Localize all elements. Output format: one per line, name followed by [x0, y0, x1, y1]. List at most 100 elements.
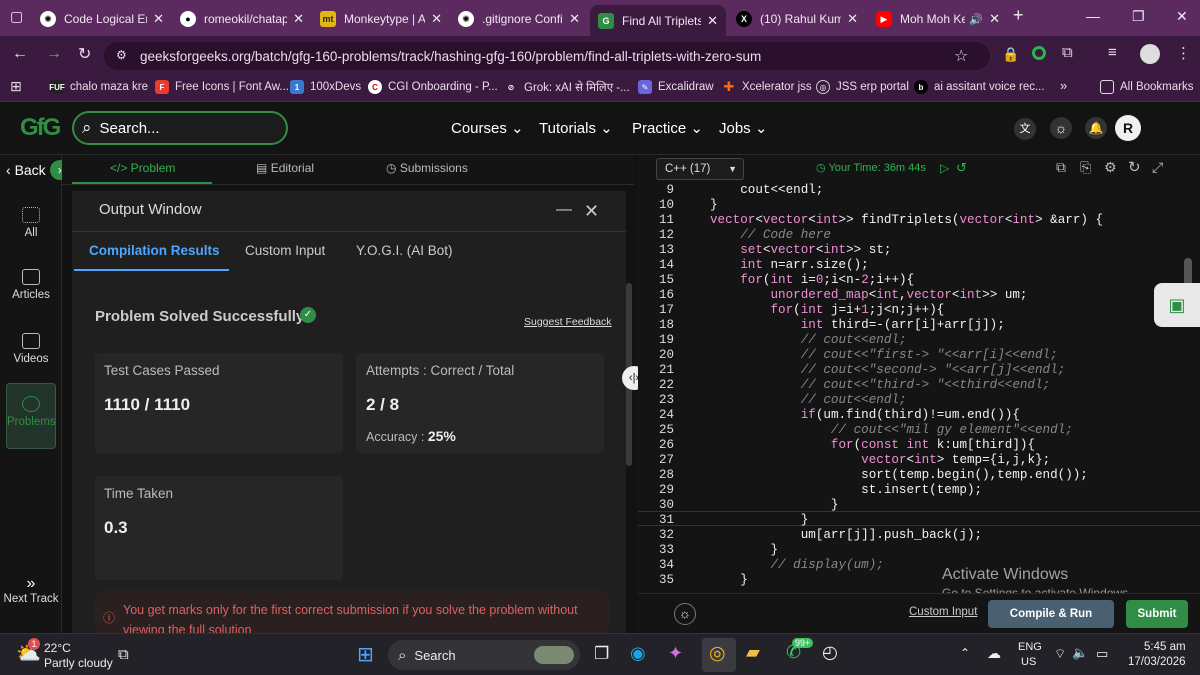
language-select[interactable]: C++ (17) ▼ [656, 158, 744, 180]
battery-icon[interactable]: ▭ [1096, 646, 1108, 662]
code-line[interactable]: // display(um); [710, 558, 883, 572]
code-editor[interactable]: 9 cout<<endl; 10} 11 vector<vector<int>> fi… [638, 183, 1200, 600]
clock-date[interactable]: 17/03/2026 [1128, 656, 1186, 668]
browser-tab[interactable]: X (10) Rahul Kuma ✕ [728, 5, 866, 33]
forward-arrow-icon[interactable]: → [46, 45, 62, 63]
suggest-feedback-link[interactable]: Suggest Feedback [524, 316, 612, 328]
reading-list-icon[interactable]: ≡ [1108, 44, 1117, 61]
browser-tab[interactable]: ▶ Moh Moh Ke 🔊 ✕ [868, 5, 1008, 33]
bookmarks-overflow[interactable]: » [1060, 78, 1067, 93]
tab-custom-input[interactable]: Custom Input [245, 243, 325, 258]
code-line[interactable]: cout<<endl; [710, 183, 823, 197]
extension-lock-icon[interactable]: 🔒 [1002, 46, 1019, 63]
translate-icon[interactable]: 文 [1014, 118, 1036, 140]
speaker-icon[interactable]: 🔊 [969, 13, 983, 26]
code-line[interactable]: int n=arr.size(); [710, 258, 869, 272]
submit-button[interactable]: Submit [1126, 600, 1188, 628]
bookmark-item[interactable]: ✎ Excalidraw [638, 80, 714, 94]
chevron-up-icon[interactable]: ⌃ [960, 646, 970, 660]
code-line[interactable]: } [710, 198, 718, 212]
site-info-icon[interactable]: ⚙ [116, 48, 127, 62]
code-line[interactable]: } [710, 543, 778, 557]
notification-bell-icon[interactable]: 🔔 [1085, 117, 1107, 139]
sidebar-item-problems[interactable]: Problems [6, 383, 56, 449]
theme-toggle-icon[interactable]: ☼ [1050, 117, 1072, 139]
code-line[interactable]: for(int j=i+1;j<n;j++){ [710, 303, 944, 317]
tab-compilation-results[interactable]: Compilation Results [89, 243, 220, 258]
refresh-icon[interactable]: ↻ [1128, 158, 1141, 176]
browser-tab[interactable]: ✺ .gitignore Config ✕ [450, 5, 588, 33]
apps-grid-icon[interactable]: ⊞ [10, 78, 22, 95]
tray-app-icon[interactable]: ☁ [987, 645, 1001, 662]
code-line[interactable]: st.insert(temp); [710, 483, 982, 497]
bookmark-item[interactable]: FUF chalo maza kre [49, 80, 148, 94]
settings-icon[interactable]: ⚙ [1104, 159, 1117, 176]
extensions-icon[interactable]: ⧉ [1062, 44, 1073, 61]
code-line[interactable]: set<vector<int>> st; [710, 243, 891, 257]
extension-circle-icon[interactable] [1032, 46, 1046, 60]
tab-yogi-bot[interactable]: Y.O.G.I. (AI Bot) [356, 243, 453, 258]
tab-editorial[interactable]: ▤ Editorial [256, 161, 314, 175]
code-line[interactable]: // cout<<"third-> "<<third<<endl; [710, 378, 1050, 392]
window-close-icon[interactable]: ✕ [1176, 8, 1188, 25]
language-indicator[interactable]: ENG [1018, 641, 1042, 653]
bookmark-item[interactable]: F Free Icons | Font Aw... [155, 80, 289, 94]
wifi-icon[interactable]: ⌔ [1054, 646, 1066, 662]
clock-app-icon[interactable]: ◴ [822, 642, 838, 663]
tab-search-icon[interactable]: ▢ [10, 8, 23, 25]
code-line[interactable]: // cout<<endl; [710, 333, 907, 347]
code-line[interactable]: // cout<<"mil gy element"<<endl; [710, 423, 1073, 437]
chrome-icon[interactable]: ◎ [709, 642, 726, 665]
weather-temp[interactable]: 22°C [44, 641, 71, 655]
browser-tab[interactable]: ✺ Code Logical Err ✕ [32, 5, 172, 33]
gfg-logo[interactable]: GfG [20, 114, 61, 142]
code-line[interactable]: for(int i=0;i<n-2;i++){ [710, 273, 914, 287]
back-arrow-icon[interactable]: ← [12, 45, 28, 63]
code-line[interactable]: um[arr[j]].push_back(j); [710, 528, 982, 542]
minimize-icon[interactable]: — [1086, 8, 1100, 24]
close-icon[interactable]: ✕ [153, 11, 164, 27]
reload-icon[interactable]: ↻ [78, 44, 91, 64]
menu-tutorials[interactable]: Tutorials ⌄ [539, 119, 613, 137]
browser-menu-icon[interactable]: ⋮ [1176, 44, 1191, 62]
code-line[interactable]: // Code here [710, 228, 831, 242]
custom-input-link[interactable]: Custom Input [909, 606, 977, 618]
user-avatar[interactable]: R [1115, 115, 1141, 141]
tab-submissions[interactable]: ◷ Submissions [386, 161, 468, 175]
code-line[interactable]: } [710, 498, 839, 512]
bookmark-item[interactable]: ⊘ Grok: xAI से मिलिए -... [504, 80, 630, 95]
code-line[interactable]: unordered_map<int,vector<int>> um; [710, 288, 1027, 302]
close-icon[interactable]: ✕ [293, 11, 304, 27]
code-line[interactable]: if(um.find(third)!=um.end()){ [710, 408, 1020, 422]
menu-practice[interactable]: Practice ⌄ [632, 119, 703, 137]
code-line[interactable]: // cout<<"first-> "<<arr[i]<<endl; [710, 348, 1058, 362]
code-line[interactable]: // cout<<"second-> "<<arr[j]<<endl; [710, 363, 1066, 377]
tab-problem[interactable]: </> Problem [110, 161, 175, 175]
code-line[interactable]: sort(temp.begin(),temp.end()); [710, 468, 1088, 482]
play-timer-icon[interactable]: ▷ [940, 161, 949, 175]
minimize-panel-icon[interactable]: — [556, 201, 572, 219]
close-icon[interactable]: ✕ [707, 13, 718, 29]
search-input[interactable]: ⌕ Search... [72, 111, 288, 145]
chat-bot-icon[interactable]: ▣ [1154, 283, 1200, 327]
sidebar-item-videos[interactable]: Videos [0, 333, 62, 365]
volume-icon[interactable]: 🔈 [1072, 645, 1088, 661]
compile-run-button[interactable]: Compile & Run [988, 600, 1114, 628]
bookmark-item[interactable]: 1 100xDevs [290, 80, 361, 94]
code-line[interactable]: } [710, 573, 748, 587]
sidebar-item-all[interactable]: All [0, 207, 62, 239]
browser-tab[interactable]: mt Monkeytype | A ✕ [312, 5, 450, 33]
edge-icon[interactable]: ◉ [630, 643, 646, 664]
clock-time[interactable]: 5:45 am [1144, 641, 1186, 653]
menu-jobs[interactable]: Jobs ⌄ [719, 119, 767, 137]
bookmark-item[interactable]: b ai assitant voice rec... [914, 80, 1045, 94]
windows-start-icon[interactable]: ⊞ [357, 642, 374, 667]
language-region[interactable]: US [1021, 656, 1036, 668]
browser-tab[interactable]: ● romeokil/chatap ✕ [172, 5, 312, 33]
fullscreen-icon[interactable]: ⤢ [1152, 159, 1163, 176]
bookmark-item[interactable]: ◎ JSS erp portal [816, 80, 909, 94]
close-icon[interactable]: ✕ [431, 11, 442, 27]
copilot-icon[interactable]: ✦ [668, 643, 683, 664]
close-icon[interactable]: ✕ [989, 11, 1000, 27]
weather-desc[interactable]: Partly cloudy [44, 656, 113, 670]
